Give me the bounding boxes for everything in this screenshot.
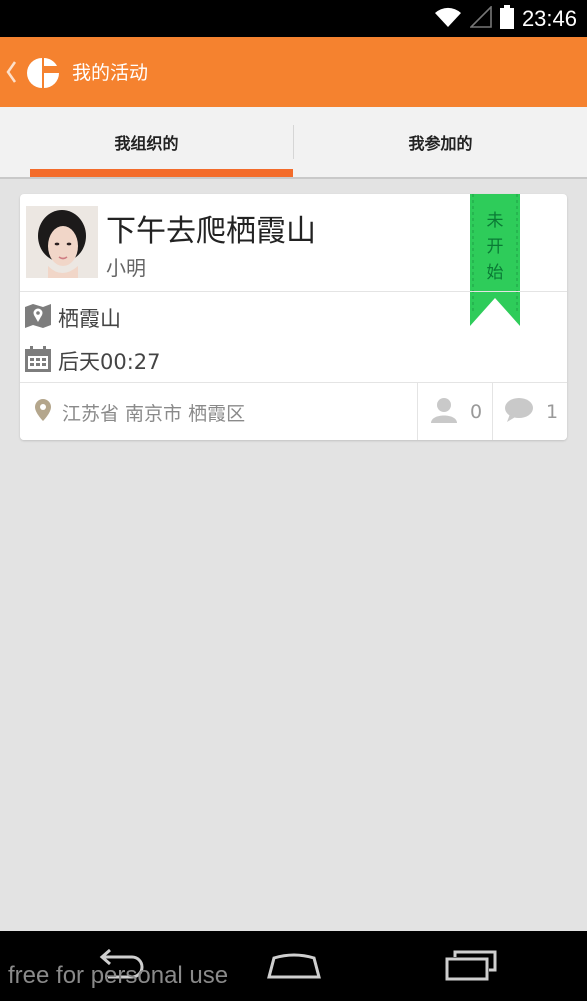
status-bar: 23:46 (0, 0, 587, 37)
home-nav-icon[interactable] (266, 931, 322, 1001)
status-time: 23:46 (521, 5, 577, 31)
recents-nav-icon[interactable] (444, 931, 498, 1001)
activity-title: 下午去爬栖霞山 (106, 214, 316, 249)
person-icon (430, 397, 458, 427)
organizer-name: 小明 (106, 256, 146, 280)
signal-icon (469, 4, 492, 32)
battery-icon (499, 4, 514, 33)
place-row: 栖霞山 (24, 304, 121, 332)
activity-card[interactable]: 下午去爬栖霞山 小明 未开始 栖霞山 后天00:27 江苏省 南京市 栖霞区 0… (20, 194, 567, 440)
avatar[interactable] (26, 206, 98, 278)
watermark-text: free for personal use (8, 962, 229, 989)
back-chevron-icon[interactable] (4, 58, 18, 90)
comment-icon (504, 397, 534, 427)
time-text: 后天00:27 (58, 350, 161, 374)
participants-count: 0 (470, 401, 483, 423)
divider (20, 291, 567, 292)
comments-count: 1 (546, 401, 559, 423)
location-text: 江苏省 南京市 栖霞区 (62, 402, 246, 425)
tab-joined[interactable]: 我参加的 (294, 107, 587, 177)
participants-stat[interactable]: 0 (430, 383, 482, 440)
tab-organized[interactable]: 我组织的 (0, 107, 293, 177)
app-bar: 我的活动 (0, 37, 587, 107)
comments-stat[interactable]: 1 (504, 383, 558, 440)
divider (492, 383, 493, 440)
location-pin-icon (34, 398, 52, 426)
ribbon-label: 未开始 (486, 211, 504, 283)
wifi-icon (434, 6, 462, 32)
map-icon (24, 303, 52, 333)
location-row[interactable]: 江苏省 南京市 栖霞区 (34, 383, 245, 440)
place-text: 栖霞山 (58, 307, 121, 331)
tab-indicator (30, 169, 293, 177)
card-footer: 江苏省 南京市 栖霞区 0 1 (20, 382, 567, 440)
app-logo-icon[interactable] (25, 56, 61, 94)
page-title: 我的活动 (72, 62, 149, 84)
time-row: 后天00:27 (24, 345, 161, 377)
status-ribbon: 未开始 (470, 194, 520, 326)
calendar-icon (24, 345, 52, 377)
divider (417, 383, 418, 440)
